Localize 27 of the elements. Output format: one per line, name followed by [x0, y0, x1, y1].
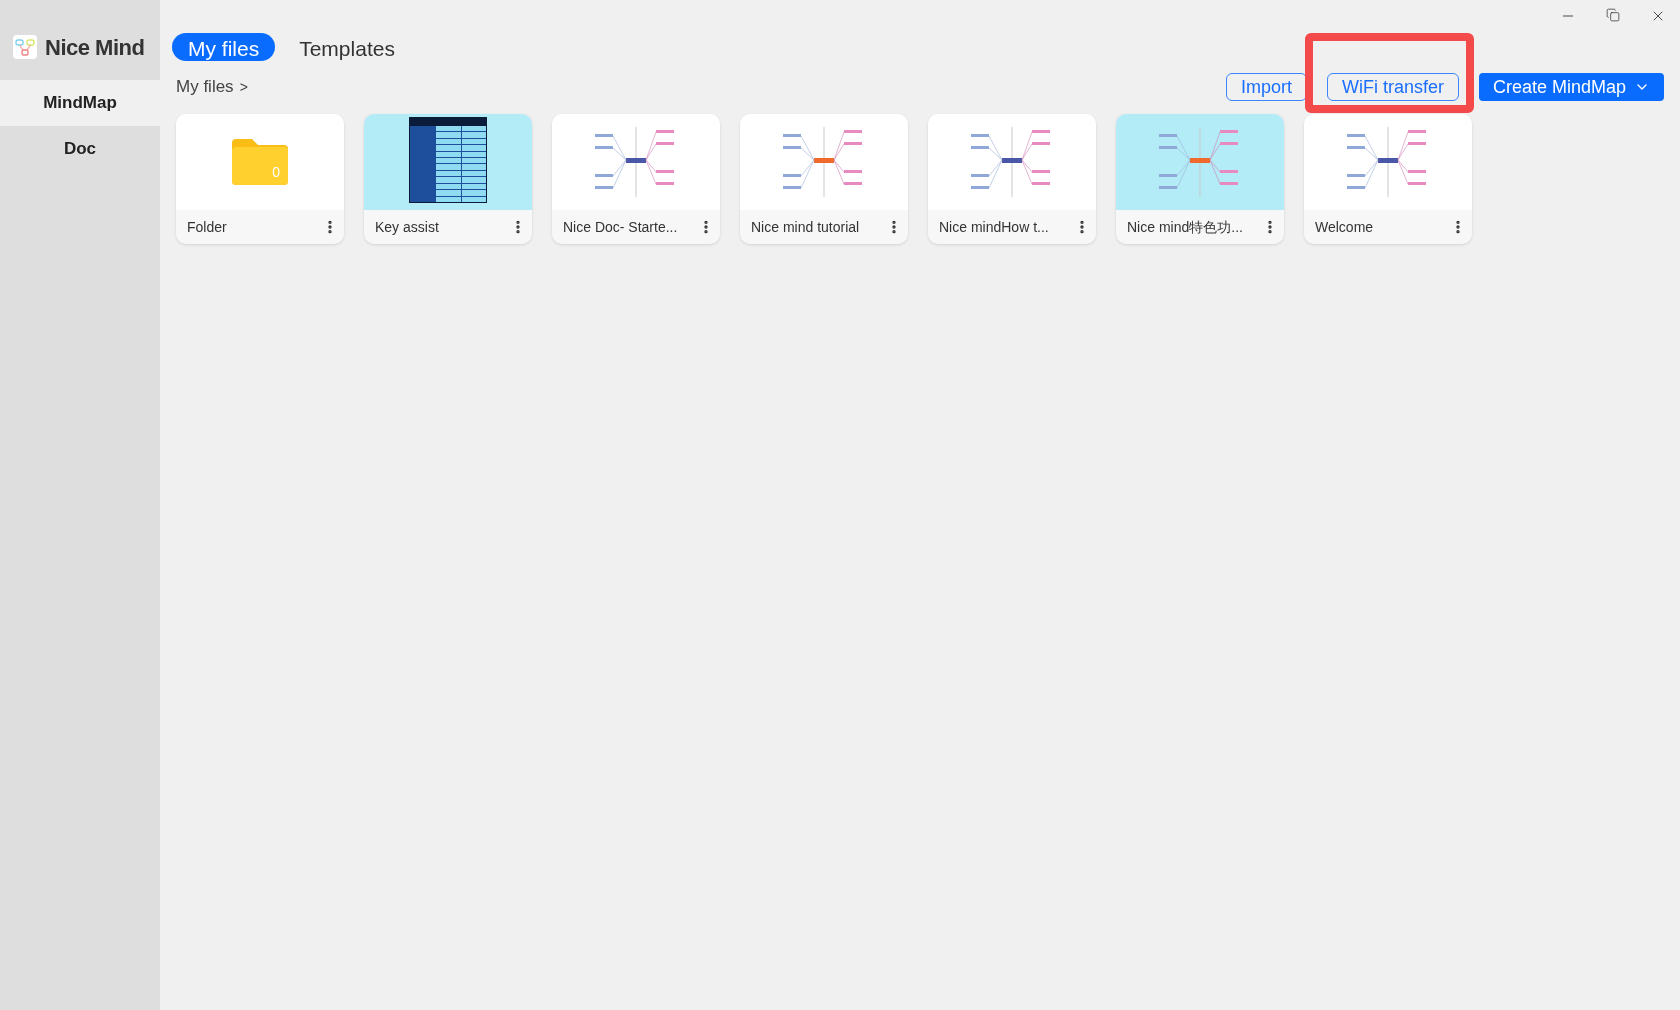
create-mindmap-button[interactable]: Create MindMap [1478, 73, 1664, 101]
file-card[interactable]: Welcome [1304, 114, 1472, 244]
tab[interactable]: Templates [283, 33, 411, 61]
file-card[interactable]: Nice Doc- Starte... [552, 114, 720, 244]
breadcrumb-link[interactable]: My files [176, 74, 234, 100]
file-name: Nice mindHow t... [939, 217, 1049, 237]
file-name: Folder [187, 217, 227, 237]
sidebar-item[interactable]: Doc [0, 126, 160, 172]
file-card[interactable]: Nice mind tutorial [740, 114, 908, 244]
app-logo-icon [13, 35, 37, 59]
file-card[interactable]: Key assist [364, 114, 532, 244]
tab[interactable]: My files [172, 33, 276, 61]
file-name: Nice mind tutorial [751, 217, 860, 237]
file-card[interactable]: Nice mind特色功... [1116, 114, 1284, 244]
sidebar-item[interactable]: MindMap [0, 80, 160, 126]
file-name: Nice mind特色功... [1127, 217, 1243, 237]
file-card[interactable]: 0 Folder [176, 114, 344, 244]
file-name: Key assist [375, 217, 439, 237]
file-name: Welcome [1315, 217, 1374, 237]
app-name: Nice Mind [45, 33, 145, 62]
action-button[interactable]: WiFi transfer [1326, 73, 1459, 101]
folder-icon [232, 139, 288, 185]
breadcrumb-separator: > [239, 77, 248, 97]
file-card[interactable]: Nice mindHow t... [928, 114, 1096, 244]
restore-icon[interactable] [1606, 8, 1620, 22]
folder-count: 0 [272, 165, 280, 179]
file-name: Nice Doc- Starte... [563, 217, 678, 237]
